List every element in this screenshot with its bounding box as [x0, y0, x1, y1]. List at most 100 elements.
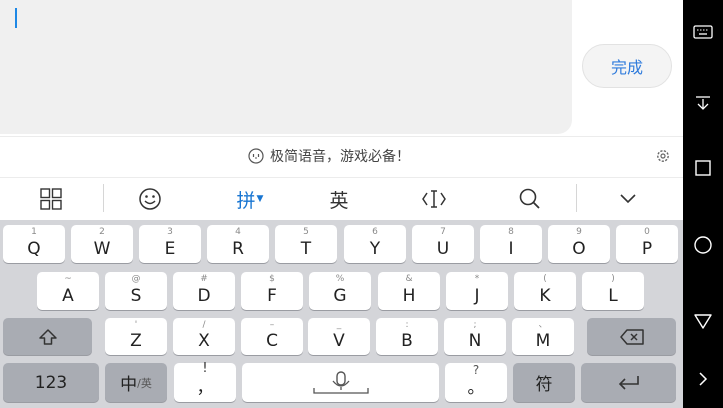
layout-grid-button[interactable]	[28, 178, 74, 220]
key-m[interactable]: 、 M	[512, 318, 574, 355]
key-secondary-label: @	[131, 274, 141, 284]
key-label: D	[197, 286, 211, 306]
emoticon-icon	[248, 148, 264, 164]
key-d[interactable]: # D	[173, 272, 235, 310]
keyboard-icon[interactable]	[693, 22, 713, 42]
period-key[interactable]: ? 。	[445, 363, 507, 402]
key-c[interactable]: – C	[241, 318, 303, 355]
search-button[interactable]	[506, 178, 554, 220]
key-label: W	[93, 239, 111, 259]
key-secondary-label: #	[200, 274, 208, 284]
key-label: Q	[27, 239, 41, 259]
key-a[interactable]: ~ A	[37, 272, 99, 310]
shift-key[interactable]	[3, 318, 92, 355]
key-label: M	[535, 331, 551, 351]
tip-content[interactable]: 极简语音，游戏必备！	[248, 146, 410, 166]
key-h[interactable]: & H	[378, 272, 440, 310]
key-secondary-label: ~	[64, 274, 72, 284]
key-label: X	[198, 331, 210, 351]
key-z[interactable]: ' Z	[105, 318, 167, 355]
key-secondary-label: %	[335, 274, 345, 284]
keyboard: 1Q2W3E4R5T6Y7U8I9O0P ~ A @ S # D $ F% G & H * J(K) L …	[0, 220, 683, 408]
shift-icon	[3, 318, 92, 355]
key-j[interactable]: * J	[446, 272, 508, 310]
key-label: A	[62, 286, 74, 306]
english-mode-button[interactable]: 英	[314, 178, 364, 220]
backspace-key[interactable]	[587, 318, 676, 355]
key-label: G	[333, 286, 347, 306]
key-u[interactable]: 7U	[412, 225, 474, 263]
smiley-icon	[139, 188, 161, 210]
text-cursor-edit-icon	[422, 190, 446, 208]
text-cursor	[15, 8, 17, 28]
space-key[interactable]	[242, 363, 439, 402]
text-input[interactable]	[0, 0, 572, 134]
key-r[interactable]: 4R	[207, 225, 269, 263]
key-secondary-label: $	[269, 274, 275, 284]
key-b[interactable]: :B	[376, 318, 438, 355]
key-secondary-label: *	[474, 274, 480, 284]
settings-gear-icon[interactable]	[655, 148, 671, 164]
system-nav-bar	[683, 0, 723, 408]
key-label: E	[164, 239, 176, 259]
key-p[interactable]: 0P	[616, 225, 678, 263]
numbers-key[interactable]: 123	[3, 363, 99, 402]
lang-sub-label: /英	[137, 376, 152, 390]
key-secondary-label: 、	[538, 320, 548, 330]
key-label: T	[300, 239, 312, 259]
key-label: U	[436, 239, 450, 259]
key-secondary-label: /	[202, 320, 206, 330]
enter-icon	[581, 363, 676, 402]
key-secondary-label: 0	[644, 227, 650, 237]
key-x[interactable]: / X	[173, 318, 235, 355]
key-t[interactable]: 5T	[275, 225, 337, 263]
tip-text: 极简语音，游戏必备！	[270, 149, 410, 165]
done-button[interactable]: 完成	[582, 44, 672, 88]
key-i[interactable]: 8I	[480, 225, 542, 263]
key-s[interactable]: @ S	[105, 272, 167, 310]
symbol-key-label: 符	[535, 375, 553, 395]
english-label: 英	[329, 189, 349, 212]
key-secondary-label: &	[405, 274, 413, 284]
key-label: S	[130, 286, 142, 306]
comma-key[interactable]: ! ，	[174, 361, 236, 402]
key-o[interactable]: 9O	[548, 225, 610, 263]
key-q[interactable]: 1Q	[3, 225, 65, 263]
toolbar-divider	[103, 184, 104, 212]
key-e[interactable]: 3E	[139, 225, 201, 263]
key-secondary-label: )	[611, 274, 615, 284]
key-v[interactable]: _ V	[308, 318, 370, 355]
lang-main-label: 中	[120, 375, 138, 395]
emoji-button[interactable]	[126, 178, 174, 220]
hide-keyboard-button[interactable]	[606, 178, 650, 220]
cursor-edit-button[interactable]	[410, 178, 458, 220]
key-g[interactable]: % G	[309, 272, 371, 310]
key-l[interactable]: ) L	[582, 272, 644, 310]
key-f[interactable]: $ F	[241, 272, 303, 310]
ime-tip-bar[interactable]: 极简语音，游戏必备！	[0, 136, 683, 177]
recents-square-icon[interactable]	[693, 158, 713, 178]
language-switch-key[interactable]: 中/英	[105, 363, 167, 402]
enter-key[interactable]	[581, 363, 676, 402]
key-k[interactable]: (K	[514, 272, 576, 310]
comma-key-sub: !	[202, 361, 208, 376]
key-w[interactable]: 2W	[71, 225, 133, 263]
back-triangle-icon[interactable]	[693, 311, 713, 331]
app-screen: 完成 极简语音，游戏必备！ 拼 ▼ 英 1 Q 2 W 3 E 4 R 5 T …	[0, 0, 683, 408]
key-secondary-label: '	[134, 320, 138, 330]
key-label: F	[267, 286, 277, 306]
key-n[interactable]: ; N	[444, 318, 506, 355]
key-label: Z	[130, 331, 142, 351]
microphone-icon	[242, 363, 439, 402]
key-secondary-label: –	[269, 320, 275, 330]
key-y[interactable]: 6Y	[344, 225, 406, 263]
pinyin-mode-button[interactable]: 拼 ▼	[222, 178, 278, 220]
grid-icon	[40, 188, 62, 210]
key-label: Y	[369, 239, 381, 259]
home-circle-icon[interactable]	[693, 235, 713, 255]
key-secondary-label: _	[336, 320, 342, 330]
key-label: V	[333, 331, 345, 351]
chevron-right-icon[interactable]	[693, 369, 713, 389]
collapse-down-icon[interactable]	[693, 93, 713, 113]
symbol-key[interactable]: 符	[513, 363, 575, 402]
